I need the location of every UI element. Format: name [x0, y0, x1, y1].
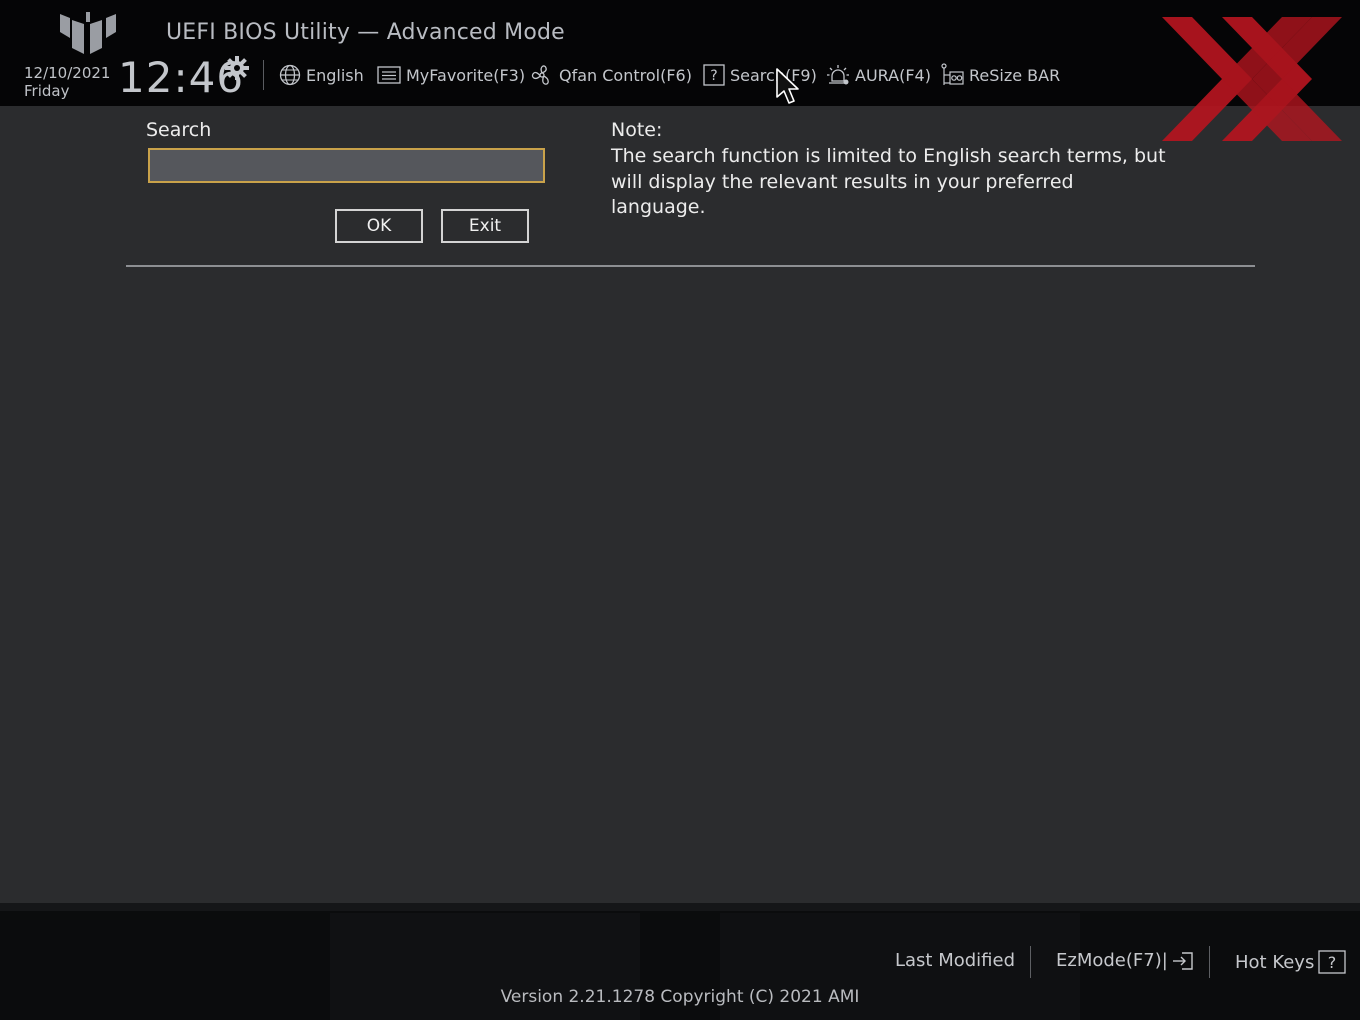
exit-arrow-icon: [1172, 951, 1193, 970]
globe-icon: [279, 64, 301, 86]
nav-qfan-label: Qfan Control(F6): [559, 65, 692, 85]
nav-search-label: Search(F9): [730, 65, 817, 85]
nav-myfavorite[interactable]: MyFavorite(F3): [377, 62, 525, 88]
hot-keys-button[interactable]: Hot Keys ?: [1235, 950, 1346, 974]
last-modified-button[interactable]: Last Modified: [895, 950, 1015, 971]
nav-language-label: English: [306, 65, 364, 85]
svg-text:?: ?: [1328, 953, 1337, 972]
version-copyright: Version 2.21.1278 Copyright (C) 2021 AMI: [500, 987, 860, 1007]
note-text: The search function is limited to Englis…: [611, 145, 1166, 218]
nav-qfan-control[interactable]: Qfan Control(F6): [530, 62, 692, 88]
nav-language[interactable]: English: [279, 62, 364, 88]
ezmode-label: EzMode(F7)|: [1056, 950, 1168, 971]
results-divider: [126, 265, 1255, 267]
search-input[interactable]: [148, 148, 545, 183]
mouse-cursor-icon: [776, 68, 800, 110]
brand-watermark-logo: [1162, 17, 1342, 145]
question-box-icon: ?: [1318, 950, 1346, 974]
nav-resize-bar[interactable]: ReSize BAR: [940, 62, 1060, 88]
tuf-logo-icon: [60, 12, 116, 58]
resize-bar-icon: [941, 63, 964, 85]
aura-light-icon: [827, 65, 849, 85]
app-title: UEFI BIOS Utility — Advanced Mode: [166, 20, 565, 45]
exit-button[interactable]: Exit: [441, 209, 529, 243]
header-bar: UEFI BIOS Utility — Advanced Mode 12/10/…: [0, 0, 1360, 141]
nav-aura[interactable]: AURA(F4): [826, 62, 931, 88]
nav-aura-label: AURA(F4): [855, 65, 931, 85]
footer-bar: Last Modified EzMode(F7)| Hot Keys ? Ver…: [0, 903, 1360, 1020]
svg-text:?: ?: [710, 68, 717, 84]
search-label: Search: [146, 119, 212, 141]
day-text: Friday: [24, 82, 70, 100]
ok-button[interactable]: OK: [335, 209, 423, 243]
footer-top-strip: [0, 903, 1360, 911]
footer-divider: [1209, 946, 1210, 978]
last-modified-label: Last Modified: [895, 950, 1016, 971]
gear-icon[interactable]: [225, 56, 249, 84]
header-divider: [263, 60, 264, 90]
hot-keys-label: Hot Keys: [1235, 951, 1315, 973]
question-box-icon: ?: [703, 64, 725, 86]
date-text: 12/10/2021: [24, 64, 111, 82]
note-title: Note:: [611, 119, 663, 141]
nav-myfavorite-label: MyFavorite(F3): [406, 65, 526, 85]
ezmode-button[interactable]: EzMode(F7)|: [1056, 950, 1194, 971]
bios-window: UEFI BIOS Utility — Advanced Mode 12/10/…: [0, 0, 1360, 1020]
favorite-list-icon: [377, 66, 401, 84]
fan-icon: [531, 65, 549, 85]
nav-resize-bar-label: ReSize BAR: [969, 65, 1061, 85]
date-display: 12/10/2021 Friday: [24, 64, 110, 100]
footer-divider: [1030, 946, 1031, 978]
